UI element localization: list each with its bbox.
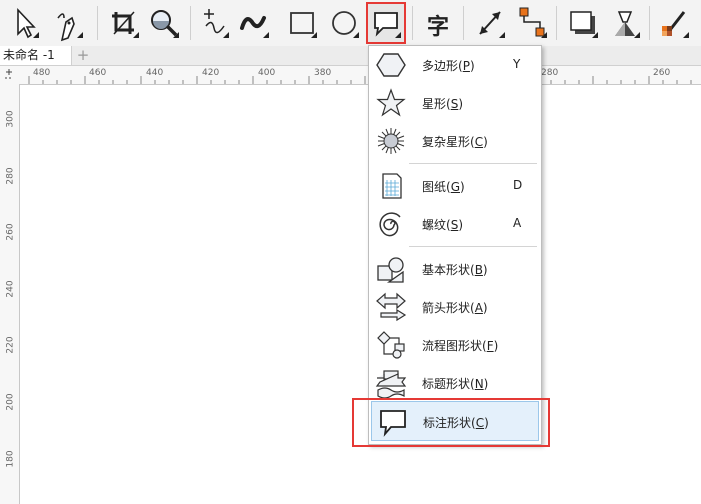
ruler-label: 240 [5, 280, 16, 298]
dimension-tool-button[interactable] [472, 4, 508, 42]
ruler-label: 260 [5, 223, 16, 241]
graph-paper-icon [382, 173, 402, 199]
document-tab-bar: 未命名 -1 + [0, 46, 701, 66]
menu-item-shortcut: Y [513, 57, 521, 71]
basic-shapes-icon [377, 257, 404, 283]
menu-item-polygon[interactable]: 多边形(P) Y [369, 46, 541, 84]
ellipse-tool-button[interactable] [326, 4, 362, 42]
ruler-origin[interactable] [0, 66, 20, 85]
flyout-indicator [133, 32, 139, 38]
flyout-indicator [33, 32, 39, 38]
menu-item-label: 基本形状(B) [422, 263, 488, 277]
flyout-indicator [311, 32, 317, 38]
menu-item-basic-shapes[interactable]: 基本形状(B) [369, 250, 541, 288]
menu-item-star[interactable]: 星形(S) [369, 84, 541, 122]
artistic-media-tool-button[interactable] [236, 4, 272, 42]
toolbar-separator [97, 6, 98, 40]
horizontal-ruler[interactable]: 480 460 440 420 400 380 280 260 [19, 66, 701, 85]
shape-tool-flyout-menu: 多边形(P) Y 星形(S) 复杂星形(C) 图纸(G) D 螺纹(S) A 基… [368, 45, 542, 445]
menu-item-label: 箭头形状(A) [422, 301, 488, 315]
flyout-indicator [634, 32, 640, 38]
complex-star-icon [377, 128, 405, 154]
ruler-label: 180 [5, 450, 16, 468]
flyout-indicator [173, 32, 179, 38]
flyout-indicator [223, 32, 229, 38]
menu-item-shortcut: A [513, 216, 522, 230]
menu-item-shortcut: D [513, 178, 523, 192]
callout-shapes-icon [380, 410, 406, 437]
text-tool-glyph: 字 [427, 15, 450, 40]
polygon-icon [376, 53, 406, 77]
flyout-indicator [77, 32, 83, 38]
menu-item-arrow-shapes[interactable]: 箭头形状(A) [369, 288, 541, 326]
flowchart-shapes-icon [377, 331, 405, 359]
ruler-origin-icon [5, 69, 12, 79]
menu-item-label: 星形(S) [422, 97, 463, 111]
text-tool-button[interactable]: 字 [421, 4, 457, 42]
ruler-label: 300 [5, 110, 16, 128]
pick-tool-button[interactable] [6, 4, 42, 42]
menu-item-label: 多边形(P) [422, 59, 475, 73]
menu-item-label: 标注形状(C) [423, 416, 489, 430]
crop-tool-button[interactable] [106, 4, 142, 42]
banner-shapes-icon [375, 370, 407, 398]
menu-item-flowchart-shapes[interactable]: 流程图形状(F) [369, 326, 541, 364]
curve-tool-button[interactable] [196, 4, 232, 42]
menu-item-spiral[interactable]: 螺纹(S) A [369, 205, 541, 243]
vertical-ruler[interactable]: 300 280 260 240 220 200 180 [0, 84, 20, 504]
menu-item-label: 标题形状(N) [422, 377, 489, 391]
transparency-tool-button[interactable] [607, 4, 643, 42]
ruler-label: 200 [5, 393, 16, 411]
arrow-shapes-icon [376, 292, 407, 322]
flyout-indicator [683, 32, 689, 38]
flyout-indicator [395, 32, 401, 38]
flyout-indicator [263, 32, 269, 38]
drop-shadow-tool-button[interactable] [565, 4, 601, 42]
menu-item-label: 图纸(G) [422, 180, 465, 194]
menu-item-callout-shapes[interactable]: 标注形状(C) [371, 401, 539, 441]
menu-item-label: 流程图形状(F) [422, 339, 499, 353]
star-icon [376, 88, 406, 117]
toolbox: 字 [0, 0, 701, 47]
toolbar-separator [556, 6, 557, 40]
flyout-indicator [353, 32, 359, 38]
drawing-canvas[interactable] [20, 85, 701, 504]
toolbar-separator [412, 6, 413, 40]
menu-item-complex-star[interactable]: 复杂星形(C) [369, 122, 541, 160]
toolbar-separator [649, 6, 650, 40]
menu-item-label: 复杂星形(C) [422, 135, 488, 149]
zoom-tool-button[interactable] [146, 4, 182, 42]
callout-shape-tool-button[interactable] [366, 2, 406, 44]
menu-separator [409, 163, 537, 164]
ruler-label: 280 [5, 167, 16, 185]
document-tab[interactable]: 未命名 -1 [0, 46, 72, 65]
add-tab-button[interactable]: + [74, 46, 92, 65]
flyout-indicator [499, 32, 505, 38]
connector-tool-button[interactable] [514, 4, 550, 42]
rectangle-tool-button[interactable] [284, 4, 320, 42]
menu-item-banner-shapes[interactable]: 标题形状(N) [369, 364, 541, 402]
menu-separator [409, 246, 537, 247]
menu-item-graph-paper[interactable]: 图纸(G) D [369, 167, 541, 205]
ruler-ticks [28, 76, 692, 84]
toolbar-separator [190, 6, 191, 40]
ruler-label: 220 [5, 336, 16, 354]
flyout-indicator [541, 32, 547, 38]
freehand-tool-button[interactable] [50, 4, 86, 42]
toolbar-separator [463, 6, 464, 40]
menu-item-label: 螺纹(S) [422, 218, 463, 232]
flyout-indicator [592, 32, 598, 38]
spiral-icon [379, 212, 401, 237]
eyedropper-tool-button[interactable] [656, 4, 692, 42]
